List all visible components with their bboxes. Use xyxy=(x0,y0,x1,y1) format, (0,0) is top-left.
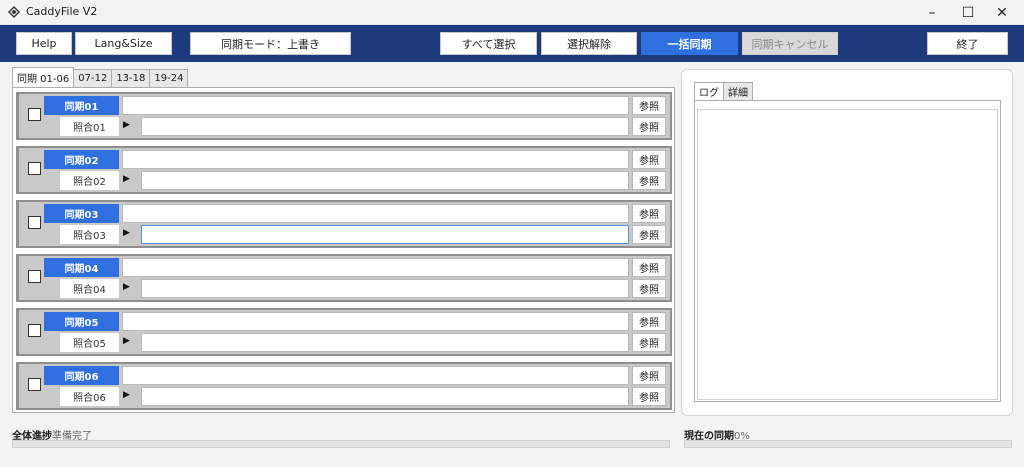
sync-row-04: 同期04 参照 照合04 ▶ 参照 xyxy=(16,254,672,302)
tab-13-18[interactable]: 13-18 xyxy=(111,69,151,87)
overall-progress-bar xyxy=(12,440,670,448)
sync-label: 同期03 xyxy=(44,204,119,223)
row-checkbox[interactable] xyxy=(28,108,41,121)
sync-path-field[interactable] xyxy=(122,258,629,277)
play-icon: ▶ xyxy=(123,120,130,130)
sync-row-03: 同期03 参照 照合03 ▶ 参照 xyxy=(16,200,672,248)
sync-path-field[interactable] xyxy=(122,366,629,385)
toolbar: Help Lang&Size 同期モード：上書き すべて選択 選択解除 一括同期… xyxy=(0,25,1024,62)
row-checkbox[interactable] xyxy=(28,324,41,337)
window-title: CaddyFile V2 xyxy=(26,5,98,18)
ref-label: 照合02 xyxy=(60,171,119,190)
ref-path-field[interactable] xyxy=(141,333,629,352)
play-icon: ▶ xyxy=(123,174,130,184)
ref-label: 照合05 xyxy=(60,333,119,352)
play-icon: ▶ xyxy=(123,336,130,346)
sync-row-02: 同期02 参照 照合02 ▶ 参照 xyxy=(16,146,672,194)
ref-path-field[interactable] xyxy=(141,225,629,244)
select-all-button[interactable]: すべて選択 xyxy=(440,32,537,55)
bulk-sync-button[interactable]: 一括同期 xyxy=(641,32,738,55)
ref-label: 照合04 xyxy=(60,279,119,298)
play-icon: ▶ xyxy=(123,282,130,292)
sync-browse-button[interactable]: 参照 xyxy=(632,204,666,223)
sync-label: 同期06 xyxy=(44,366,119,385)
tab-07-12[interactable]: 07-12 xyxy=(73,69,113,87)
ref-browse-button[interactable]: 参照 xyxy=(632,333,666,352)
ref-browse-button[interactable]: 参照 xyxy=(632,279,666,298)
minimize-icon: – xyxy=(928,4,936,21)
sync-mode-button[interactable]: 同期モード：上書き xyxy=(190,32,351,55)
ref-browse-button[interactable]: 参照 xyxy=(632,225,666,244)
current-sync-progress-bar xyxy=(684,440,1012,448)
tab-strip: 同期 01-06 07-12 13-18 19-24 xyxy=(12,67,189,87)
tab-sync-01-06[interactable]: 同期 01-06 xyxy=(12,67,75,87)
log-tab-strip: ログ 詳細 xyxy=(694,82,753,100)
exit-button[interactable]: 終了 xyxy=(927,32,1008,55)
play-icon: ▶ xyxy=(123,228,130,238)
close-icon: ✕ xyxy=(996,4,1008,21)
sync-path-field[interactable] xyxy=(122,204,629,223)
sync-browse-button[interactable]: 参照 xyxy=(632,258,666,277)
ref-label: 照合03 xyxy=(60,225,119,244)
sync-path-field[interactable] xyxy=(122,96,629,115)
row-checkbox[interactable] xyxy=(28,270,41,283)
sync-row-05: 同期05 参照 照合05 ▶ 参照 xyxy=(16,308,672,356)
ref-path-field[interactable] xyxy=(141,117,629,136)
row-checkbox[interactable] xyxy=(28,216,41,229)
tab-log[interactable]: ログ xyxy=(694,82,724,100)
ref-browse-button[interactable]: 参照 xyxy=(632,171,666,190)
ref-label: 照合06 xyxy=(60,387,119,406)
row-checkbox[interactable] xyxy=(28,162,41,175)
ref-path-field[interactable] xyxy=(141,279,629,298)
sync-browse-button[interactable]: 参照 xyxy=(632,96,666,115)
sync-browse-button[interactable]: 参照 xyxy=(632,366,666,385)
deselect-button[interactable]: 選択解除 xyxy=(541,32,637,55)
log-text-area[interactable] xyxy=(697,109,998,400)
maximize-icon: ☐ xyxy=(961,4,975,21)
caddy-app-icon xyxy=(8,6,20,18)
log-output[interactable] xyxy=(694,100,1001,402)
minimize-button[interactable]: – xyxy=(915,0,949,25)
sync-rows-panel: 同期01 参照 照合01 ▶ 参照 同期02 参照 照合02 ▶ 参照 同期03… xyxy=(12,87,675,413)
help-button[interactable]: Help xyxy=(16,32,72,55)
sync-browse-button[interactable]: 参照 xyxy=(632,150,666,169)
title-bar: CaddyFile V2 – ☐ ✕ xyxy=(0,0,1024,25)
close-button[interactable]: ✕ xyxy=(985,0,1019,25)
sync-label: 同期02 xyxy=(44,150,119,169)
sync-path-field[interactable] xyxy=(122,150,629,169)
sync-label: 同期04 xyxy=(44,258,119,277)
sync-label: 同期01 xyxy=(44,96,119,115)
ref-path-field[interactable] xyxy=(141,387,629,406)
sync-row-06: 同期06 参照 照合06 ▶ 参照 xyxy=(16,362,672,410)
ref-browse-button[interactable]: 参照 xyxy=(632,387,666,406)
sync-row-01: 同期01 参照 照合01 ▶ 参照 xyxy=(16,92,672,140)
sync-path-field[interactable] xyxy=(122,312,629,331)
ref-path-field[interactable] xyxy=(141,171,629,190)
ref-browse-button[interactable]: 参照 xyxy=(632,117,666,136)
sync-browse-button[interactable]: 参照 xyxy=(632,312,666,331)
ref-label: 照合01 xyxy=(60,117,119,136)
maximize-button[interactable]: ☐ xyxy=(951,0,985,25)
play-icon: ▶ xyxy=(123,390,130,400)
cancel-sync-button[interactable]: 同期キャンセル xyxy=(742,32,838,55)
sync-label: 同期05 xyxy=(44,312,119,331)
tab-19-24[interactable]: 19-24 xyxy=(149,69,189,87)
lang-size-button[interactable]: Lang&Size xyxy=(75,32,172,55)
row-checkbox[interactable] xyxy=(28,378,41,391)
tab-detail[interactable]: 詳細 xyxy=(723,82,753,100)
